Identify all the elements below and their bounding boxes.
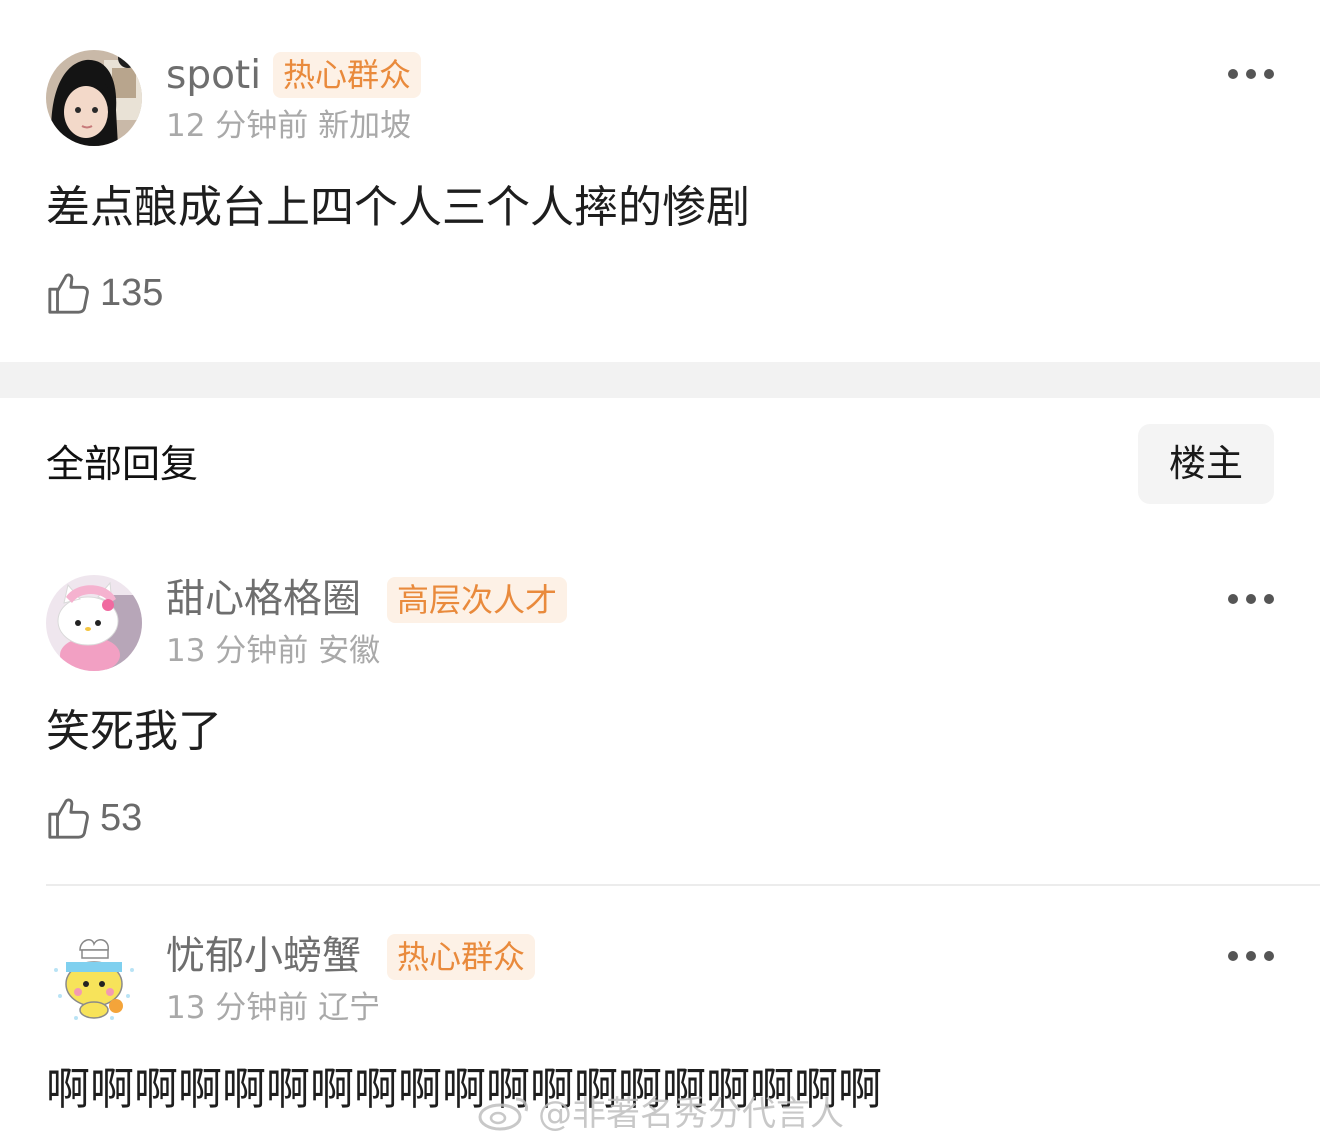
more-options-button[interactable] <box>1228 67 1274 81</box>
watermark: @非著名秀分代言人 <box>478 1086 844 1135</box>
user-badge: 热心群众 <box>387 934 536 980</box>
dot-icon <box>1228 594 1238 604</box>
avatar[interactable] <box>46 930 142 1026</box>
dot-icon <box>1246 951 1256 961</box>
more-options-button[interactable] <box>1228 592 1274 606</box>
dot-icon <box>1246 594 1256 604</box>
dot-icon <box>1264 594 1274 604</box>
comment-1: spoti 热心群众 12 分钟前 新加坡 差点酿成台上四个人三个人摔的惨剧 1… <box>0 0 1320 362</box>
post-meta: 13 分钟前 辽宁 <box>166 990 381 1026</box>
like-button[interactable]: 53 <box>46 793 142 843</box>
weibo-logo-icon <box>478 1097 528 1130</box>
cartoon-bear-avatar-icon <box>46 930 142 1026</box>
comment-text: 差点酿成台上四个人三个人摔的惨剧 <box>46 182 750 233</box>
girl-portrait-avatar-icon <box>46 50 142 146</box>
like-count: 135 <box>100 271 164 314</box>
dot-icon <box>1228 951 1238 961</box>
comment-divider <box>46 884 1320 886</box>
user-badge: 高层次人才 <box>387 577 568 623</box>
post-meta: 13 分钟前 安徽 <box>166 633 381 669</box>
section-separator <box>0 362 1320 398</box>
username[interactable]: 忧郁小螃蟹 <box>166 935 361 979</box>
like-button[interactable]: 135 <box>46 268 163 318</box>
hello-kitty-avatar-icon <box>46 575 142 671</box>
dot-icon <box>1228 69 1238 79</box>
dot-icon <box>1264 951 1274 961</box>
all-replies-title: 全部回复 <box>46 442 199 486</box>
avatar[interactable] <box>46 575 142 671</box>
like-count: 53 <box>100 796 143 839</box>
thumbs-up-icon <box>48 798 89 839</box>
dot-icon <box>1264 69 1274 79</box>
username[interactable]: spoti <box>166 54 261 98</box>
comment-text: 笑死我了 <box>46 706 222 757</box>
watermark-text: @非著名秀分代言人 <box>538 1094 844 1134</box>
thumbs-up-icon <box>48 273 89 314</box>
dot-icon <box>1246 69 1256 79</box>
more-options-button[interactable] <box>1228 949 1274 963</box>
user-badge: 热心群众 <box>273 52 422 98</box>
username[interactable]: 甜心格格圈 <box>166 578 361 622</box>
op-only-filter-button[interactable]: 楼主 <box>1138 424 1274 504</box>
avatar[interactable] <box>46 50 142 146</box>
post-meta: 12 分钟前 新加坡 <box>166 108 412 144</box>
